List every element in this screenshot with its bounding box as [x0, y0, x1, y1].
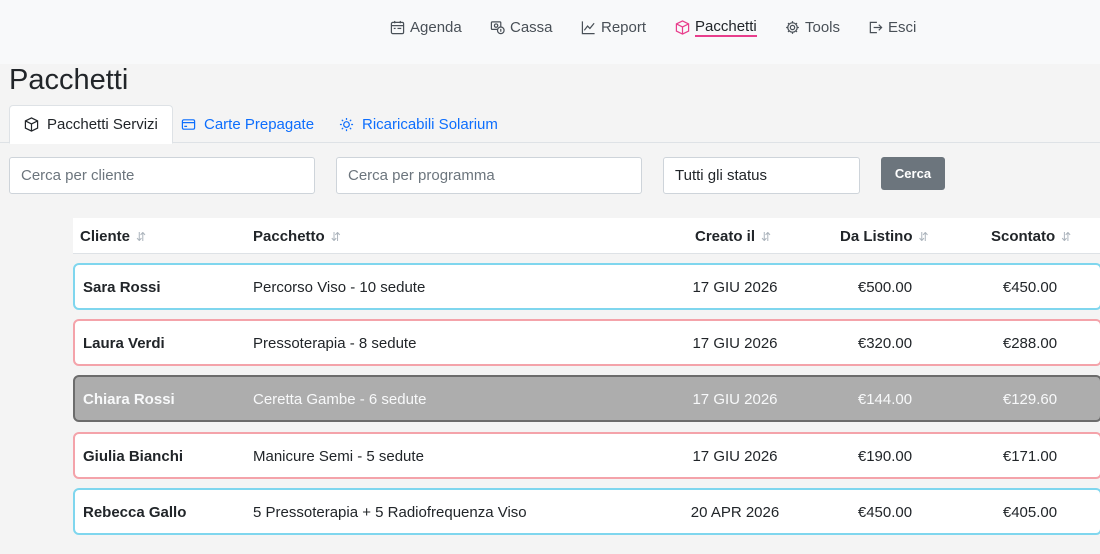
cell-client: Sara Rossi — [83, 279, 161, 296]
sun-icon — [339, 117, 354, 131]
cell-list-price: €190.00 — [857, 448, 913, 465]
client-search-input[interactable] — [9, 157, 315, 194]
nav-tools[interactable]: Tools — [785, 16, 840, 38]
search-button[interactable]: Cerca — [881, 157, 945, 190]
cell-discounted: €405.00 — [1002, 504, 1058, 521]
status-select-value: Tutti gli status — [675, 167, 767, 184]
tab-pacchetti-servizi[interactable]: Pacchetti Servizi — [9, 105, 173, 144]
nav-report[interactable]: Report — [581, 16, 646, 38]
cell-discounted: €288.00 — [1002, 335, 1058, 352]
sort-icon: ⇵ — [136, 229, 147, 244]
sort-icon: ⇵ — [1061, 229, 1072, 244]
table-row[interactable]: Rebecca Gallo 5 Pressoterapia + 5 Radiof… — [73, 488, 1100, 535]
nav-agenda[interactable]: Agenda — [390, 16, 462, 38]
tab-ricaricabili-solarium-label: Ricaricabili Solarium — [362, 115, 498, 133]
nav-report-label: Report — [601, 18, 647, 36]
cell-client: Rebecca Gallo — [83, 504, 187, 521]
cash-icon — [490, 20, 505, 34]
nav-pacchetti[interactable]: Pacchetti — [675, 16, 757, 38]
table-row[interactable]: Chiara Rossi Ceretta Gambe - 6 sedute 17… — [73, 375, 1100, 422]
cell-created: 20 APR 2026 — [690, 504, 780, 521]
box-icon — [675, 19, 690, 35]
cell-created: 17 GIU 2026 — [692, 279, 778, 296]
calendar-icon — [390, 20, 405, 34]
cell-client: Laura Verdi — [83, 335, 165, 352]
cell-package: Manicure Semi - 5 sedute — [253, 448, 424, 465]
column-header-pacchetto[interactable]: Pacchetto ⇵ — [253, 228, 341, 245]
sort-icon: ⇵ — [918, 229, 929, 244]
table-header: Cliente ⇵ Pacchetto ⇵ Creato il ⇵ Da Lis… — [73, 218, 1100, 254]
sort-icon: ⇵ — [761, 229, 772, 244]
cell-client: Giulia Bianchi — [83, 448, 184, 465]
column-header-da-listino[interactable]: Da Listino ⇵ — [840, 228, 929, 245]
column-header-creato-il[interactable]: Creato il ⇵ — [695, 228, 771, 245]
cell-list-price: €450.00 — [857, 504, 913, 521]
cell-list-price: €500.00 — [857, 279, 913, 296]
nav-cassa-label: Cassa — [510, 18, 553, 36]
chart-line-icon — [581, 20, 595, 34]
tab-carte-prepagate-label: Carte Prepagate — [204, 115, 315, 133]
cell-list-price: €320.00 — [857, 335, 913, 352]
nav-pacchetti-label: Pacchetti — [695, 17, 757, 37]
cell-created: 17 GIU 2026 — [692, 335, 778, 352]
nav-esci[interactable]: Esci — [868, 16, 916, 38]
cell-discounted: €450.00 — [1002, 279, 1058, 296]
cell-package: Pressoterapia - 8 sedute — [253, 335, 417, 352]
table-row[interactable]: Sara Rossi Percorso Viso - 10 sedute 17 … — [73, 263, 1100, 310]
tabs-bar: Pacchetti Servizi Carte Prepagate Ricari… — [0, 105, 1100, 144]
cell-created: 17 GIU 2026 — [692, 391, 778, 408]
box-icon — [24, 117, 39, 132]
tab-pacchetti-servizi-label: Pacchetti Servizi — [47, 116, 158, 133]
logout-icon — [869, 21, 883, 33]
tab-ricaricabili-solarium[interactable]: Ricaricabili Solarium — [339, 105, 498, 143]
cell-created: 17 GIU 2026 — [692, 448, 778, 465]
cell-package: Ceretta Gambe - 6 sedute — [253, 391, 427, 408]
column-header-cliente[interactable]: Cliente ⇵ — [80, 228, 146, 245]
page-title: Pacchetti — [9, 64, 129, 96]
nav-esci-label: Esci — [888, 18, 917, 36]
cell-list-price: €144.00 — [857, 391, 913, 408]
cell-discounted: €129.60 — [1002, 391, 1058, 408]
program-search-input[interactable] — [336, 157, 642, 194]
table-row[interactable]: Laura Verdi Pressoterapia - 8 sedute 17 … — [73, 319, 1100, 366]
credit-card-icon — [181, 118, 196, 130]
cell-client: Chiara Rossi — [83, 391, 175, 408]
gear-icon — [786, 20, 799, 34]
status-select[interactable]: Tutti gli status — [663, 157, 860, 194]
nav-cassa[interactable]: Cassa — [490, 16, 553, 38]
sort-icon: ⇵ — [330, 229, 341, 244]
cell-package: 5 Pressoterapia + 5 Radiofrequenza Viso — [253, 504, 527, 521]
table-row[interactable]: Giulia Bianchi Manicure Semi - 5 sedute … — [73, 432, 1100, 479]
top-navbar: Agenda Cassa Report Pacchetti Tools Esci — [0, 0, 1100, 64]
nav-tools-label: Tools — [805, 18, 841, 36]
column-header-scontato[interactable]: Scontato ⇵ — [991, 228, 1071, 245]
cell-discounted: €171.00 — [1002, 448, 1058, 465]
tab-carte-prepagate[interactable]: Carte Prepagate — [181, 105, 314, 143]
cell-package: Percorso Viso - 10 sedute — [253, 279, 426, 296]
nav-agenda-label: Agenda — [410, 18, 462, 36]
